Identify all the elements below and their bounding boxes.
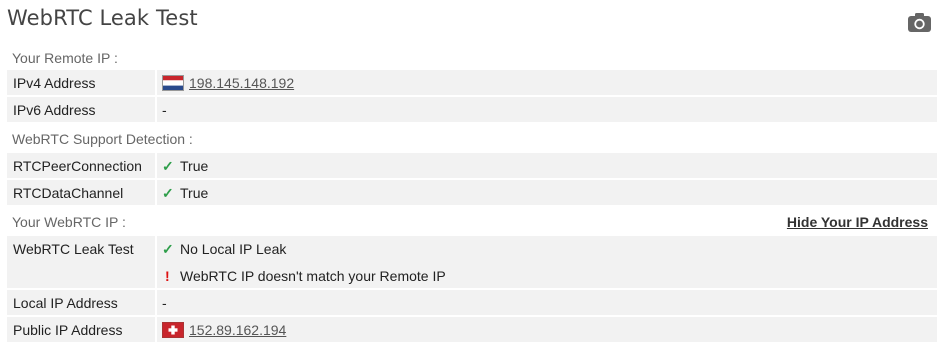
check-icon: ✓ [162,241,174,257]
public-ip-label: Public IP Address [13,322,123,338]
local-ip-label: Local IP Address [13,295,118,311]
leak-result-line: ✓ No Local IP Leak [162,241,937,258]
leak-test-row: WebRTC Leak Test ✓ No Local IP Leak ! WebR… [7,236,937,288]
support-section: WebRTC Support Detection : [7,127,937,149]
local-ip-row: Local IP Address - [7,290,937,315]
netherlands-flag-icon [162,75,184,91]
leak-result-value: No Local IP Leak [180,241,287,257]
webrtc-ip-heading: Your WebRTC IP : [12,214,126,230]
support-heading: WebRTC Support Detection : [12,131,193,147]
mismatch-line: ! WebRTC IP doesn't match your Remote IP [162,268,937,284]
ipv6-value: - [155,97,937,122]
peer-connection-value: True [180,158,209,174]
public-ip-address-link[interactable]: 152.89.162.194 [189,322,286,338]
remote-ip-heading: Your Remote IP : [12,50,118,66]
data-channel-label: RTCDataChannel [13,185,124,201]
webrtc-ip-section: Your WebRTC IP : Hide Your IP Address [7,210,937,232]
ipv4-label: IPv4 Address [13,75,96,91]
ipv4-row: IPv4 Address 198.145.148.192 [7,70,937,95]
page-title: WebRTC Leak Test [7,6,198,30]
camera-icon[interactable] [908,12,931,32]
ipv6-row: IPv6 Address - [7,97,937,122]
mismatch-value: WebRTC IP doesn't match your Remote IP [180,268,446,284]
local-ip-value: - [155,290,937,315]
peer-connection-row: RTCPeerConnection ✓ True [7,153,937,178]
hide-ip-link[interactable]: Hide Your IP Address [787,214,928,230]
leak-test-label: WebRTC Leak Test [13,241,134,257]
exclamation-icon: ! [165,268,170,284]
check-icon: ✓ [162,158,174,174]
data-channel-row: RTCDataChannel ✓ True [7,180,937,205]
data-channel-value: True [180,185,209,201]
peer-connection-label: RTCPeerConnection [13,158,142,174]
ipv6-label: IPv6 Address [13,102,96,118]
ipv4-address-link[interactable]: 198.145.148.192 [189,75,294,91]
public-ip-row: Public IP Address 152.89.162.194 [7,317,937,342]
switzerland-flag-icon [162,322,184,338]
check-icon: ✓ [162,185,174,201]
remote-ip-section: Your Remote IP : [7,46,937,68]
